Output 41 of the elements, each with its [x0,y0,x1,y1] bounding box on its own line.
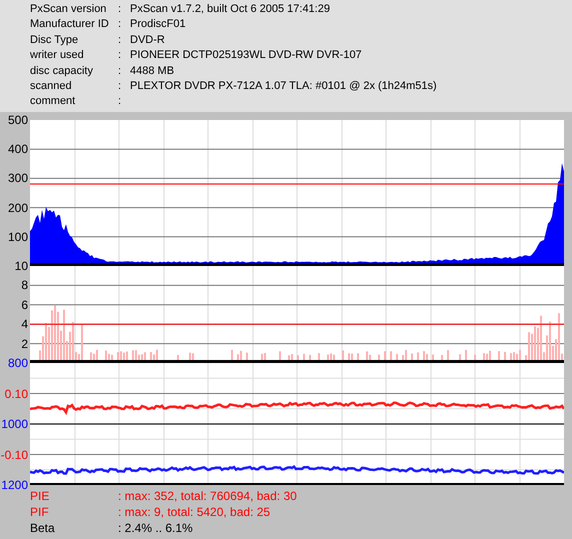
axis-label: 10 [14,259,28,273]
axis-label: 800 [8,356,28,370]
field-label: disc capacity [30,64,94,79]
separator: : [118,94,122,110]
field-label: scanned [30,78,73,94]
axis-label: 6 [21,298,28,312]
axis-label: 1200 [1,478,28,492]
field-value: PIONEER DCTP025193WL DVD-RW DVR-107 [130,48,362,64]
axis-label: 0.10 [4,386,28,400]
axis-label: 100 [8,230,28,244]
summary-label: PIF [30,504,50,520]
summary-value: : max: 9, total: 5420, bad: 25 [118,504,270,520]
axis-label: 4 [21,317,28,332]
field-label: Disc Type [30,32,80,48]
separator: : [118,32,122,48]
field-label: PxScan version [30,2,108,17]
summary-value: : max: 352, total: 760694, bad: 30 [118,488,297,504]
field-value: 4488 MB [130,64,174,79]
field-label: writer used [30,48,85,64]
summary-label: PIE [30,488,50,504]
axis-label: 1000 [1,417,28,431]
separator: : [118,48,122,64]
field-label: Manufacturer ID [30,17,110,32]
axis-label: 200 [8,200,28,215]
field-value: PLEXTOR DVDR PX-712A 1.07 TLA: #0101 @ 2x (1h24m51s) [130,78,437,94]
field-label: comment [30,94,76,110]
field-value: ProdiscF01 [130,17,186,32]
axis-label: 2 [21,336,28,351]
axis-label: -0.10 [0,448,28,462]
summary-value: : 2.4% .. 6.1% [118,520,193,536]
field-value: DVD-R [130,32,165,48]
axis-label: 400 [8,142,28,156]
field-value: PxScan v1.7.2, built Oct 6 2005 17:41:29 [130,2,330,17]
summary-label: Beta [30,520,56,536]
axis-label: 8 [21,278,28,292]
separator: : [118,17,122,32]
axis-label: 500 [8,113,28,127]
separator: : [118,78,122,94]
separator: : [118,2,122,17]
separator: : [118,64,122,79]
axis-label: 300 [8,171,28,186]
